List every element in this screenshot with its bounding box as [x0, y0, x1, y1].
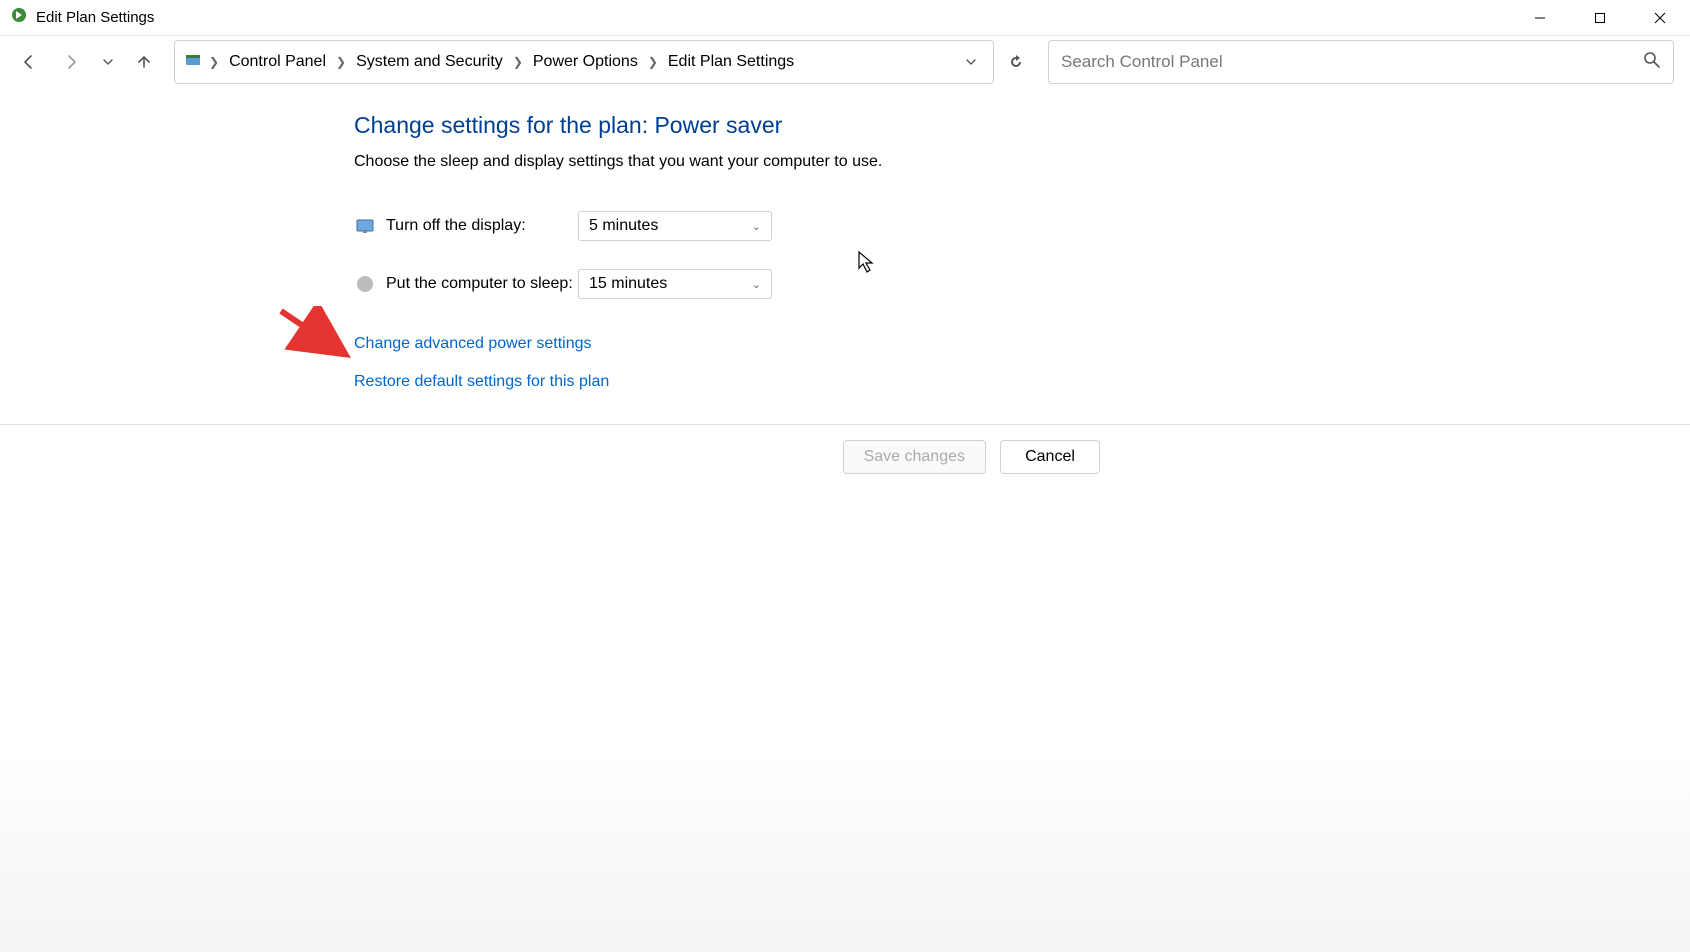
chevron-down-icon: ⌄: [752, 278, 761, 291]
maximize-button[interactable]: [1570, 0, 1630, 36]
restore-defaults-link[interactable]: Restore default settings for this plan: [354, 373, 1690, 391]
sleep-value: 15 minutes: [589, 275, 667, 293]
titlebar-left: Edit Plan Settings: [10, 6, 154, 29]
moon-icon: [354, 273, 376, 295]
back-button[interactable]: [8, 42, 48, 82]
breadcrumb-item-system-security[interactable]: System and Security: [352, 51, 507, 73]
links-section: Change advanced power settings Restore d…: [354, 335, 1690, 391]
page-title: Change settings for the plan: Power save…: [354, 112, 1690, 139]
minimize-button[interactable]: [1510, 0, 1570, 36]
search-box[interactable]: [1048, 40, 1674, 84]
breadcrumb-item-edit-plan[interactable]: Edit Plan Settings: [664, 51, 798, 73]
refresh-button[interactable]: [998, 44, 1034, 80]
breadcrumb-item-control-panel[interactable]: Control Panel: [225, 51, 330, 73]
display-off-dropdown[interactable]: 5 minutes ⌄: [578, 211, 772, 241]
save-button[interactable]: Save changes: [843, 440, 986, 474]
navbar: ❯ Control Panel ❯ System and Security ❯ …: [0, 36, 1690, 88]
display-off-value: 5 minutes: [589, 217, 658, 235]
close-button[interactable]: [1630, 0, 1690, 36]
search-input[interactable]: [1061, 52, 1643, 72]
titlebar: Edit Plan Settings: [0, 0, 1690, 36]
recent-locations-button[interactable]: [96, 42, 120, 82]
content-area: Change settings for the plan: Power save…: [0, 88, 1690, 391]
bottom-gradient: [0, 752, 1690, 952]
advanced-settings-link[interactable]: Change advanced power settings: [354, 335, 1690, 353]
window-controls: [1510, 0, 1690, 35]
address-bar[interactable]: ❯ Control Panel ❯ System and Security ❯ …: [174, 40, 994, 84]
up-button[interactable]: [124, 42, 164, 82]
chevron-right-icon: ❯: [646, 55, 660, 69]
window-title: Edit Plan Settings: [36, 9, 154, 26]
setting-sleep: Put the computer to sleep: 15 minutes ⌄: [354, 269, 1690, 299]
search-icon: [1643, 51, 1661, 74]
chevron-right-icon: ❯: [511, 55, 525, 69]
page-description: Choose the sleep and display settings th…: [354, 153, 1690, 171]
chevron-right-icon: ❯: [207, 55, 221, 69]
chevron-down-icon: ⌄: [752, 220, 761, 233]
control-panel-icon-small: [183, 50, 203, 75]
chevron-right-icon: ❯: [334, 55, 348, 69]
sleep-label: Put the computer to sleep:: [386, 275, 578, 293]
address-dropdown-button[interactable]: [957, 56, 985, 68]
display-off-label: Turn off the display:: [386, 217, 578, 235]
divider: [0, 424, 1690, 425]
forward-button[interactable]: [52, 42, 92, 82]
setting-display-off: Turn off the display: 5 minutes ⌄: [354, 211, 1690, 241]
cancel-button[interactable]: Cancel: [1000, 440, 1100, 474]
display-icon: [354, 215, 376, 237]
footer-buttons: Save changes Cancel: [0, 440, 1690, 474]
breadcrumb: ❯ Control Panel ❯ System and Security ❯ …: [207, 51, 953, 73]
app-icon: [10, 6, 28, 29]
breadcrumb-item-power-options[interactable]: Power Options: [529, 51, 642, 73]
sleep-dropdown[interactable]: 15 minutes ⌄: [578, 269, 772, 299]
